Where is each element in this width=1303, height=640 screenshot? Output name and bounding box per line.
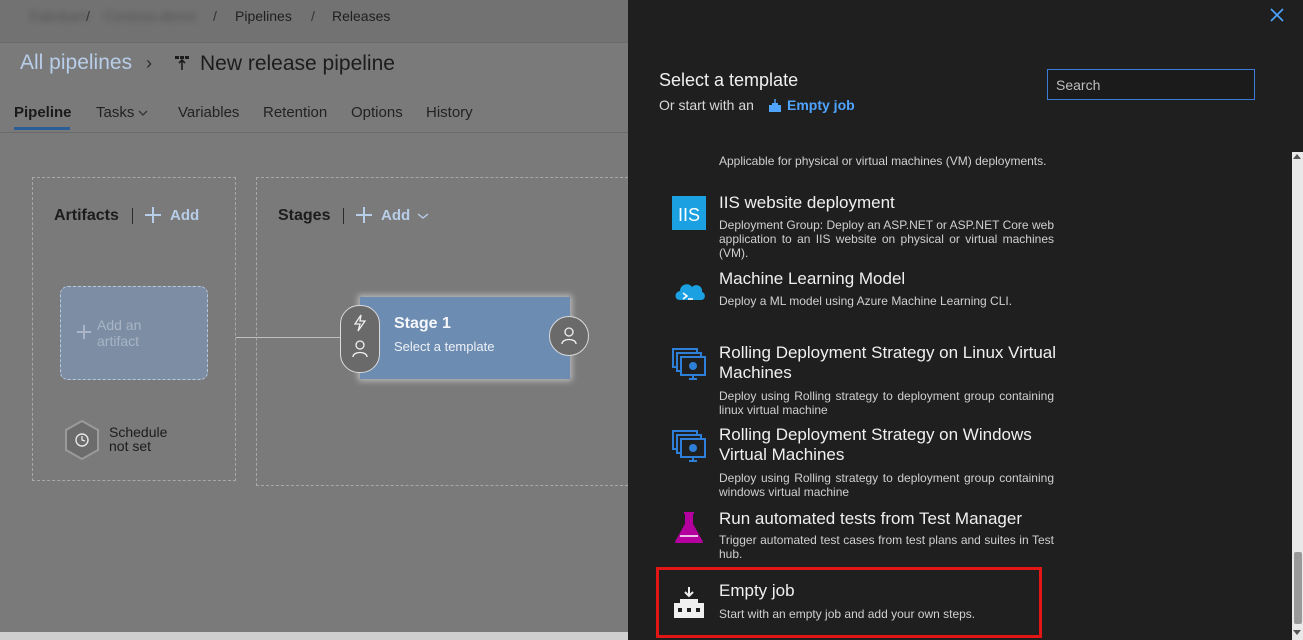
chevron-right-icon: › bbox=[146, 53, 152, 73]
page-title[interactable]: New release pipeline bbox=[200, 52, 395, 76]
iis-icon: IIS bbox=[672, 196, 706, 230]
panel-title: Select a template bbox=[659, 70, 799, 90]
add-artifact-button[interactable]: Add bbox=[170, 207, 199, 224]
template-title: Run automated tests from Test Manager bbox=[719, 509, 1023, 528]
schedule-label[interactable]: Schedule not set bbox=[109, 425, 189, 453]
add-artifact-label: Add an artifact bbox=[97, 317, 142, 349]
template-title: IIS website deployment bbox=[719, 193, 895, 212]
add-icon[interactable] bbox=[145, 207, 161, 223]
horizontal-scrollbar[interactable] bbox=[0, 632, 628, 640]
breadcrumb-separator: / bbox=[86, 8, 90, 24]
breadcrumb-separator: / bbox=[213, 8, 217, 24]
template-description: Deploy using Rolling strategy to deploym… bbox=[719, 389, 1054, 417]
template-search-input[interactable] bbox=[1047, 69, 1255, 100]
stage-card[interactable]: Stage 1 Select a template bbox=[360, 297, 570, 379]
template-title: Machine Learning Model bbox=[719, 269, 906, 288]
template-description: Applicable for physical or virtual machi… bbox=[719, 154, 1047, 168]
template-title: Rolling Deployment Strategy on Windows V… bbox=[719, 425, 1032, 464]
pipeline-editor-overlay: Fabrikam / Contoso-demo / Pipelines / Re… bbox=[0, 0, 628, 640]
tab-retention[interactable]: Retention bbox=[263, 104, 327, 121]
svg-text:IIS: IIS bbox=[678, 205, 700, 225]
person-icon bbox=[352, 340, 368, 358]
chevron-down-icon[interactable] bbox=[138, 109, 148, 117]
empty-job-icon[interactable] bbox=[768, 99, 782, 113]
close-icon[interactable] bbox=[1268, 6, 1286, 24]
post-deployment-approvals[interactable] bbox=[549, 316, 589, 356]
pipeline-tabs: Pipeline Tasks Variables Retention Optio… bbox=[0, 100, 628, 133]
template-title: Rolling Deployment Strategy on Linux Vir… bbox=[719, 343, 1057, 382]
release-pipeline-icon bbox=[175, 56, 189, 70]
breadcrumb-releases[interactable]: Releases bbox=[332, 8, 390, 24]
active-tab-indicator bbox=[14, 127, 70, 130]
tab-options[interactable]: Options bbox=[351, 104, 403, 121]
divider bbox=[132, 208, 133, 224]
panel-subtitle: Or start with an bbox=[659, 97, 754, 113]
scroll-down-icon[interactable] bbox=[1293, 630, 1301, 635]
lightning-icon bbox=[353, 314, 367, 332]
breadcrumb-pipelines[interactable]: Pipelines bbox=[235, 8, 292, 24]
template-description: Deploy a ML model using Azure Machine Le… bbox=[719, 294, 1013, 308]
tab-pipeline[interactable]: Pipeline bbox=[14, 104, 72, 121]
template-description: Deployment Group: Deploy an ASP.NET or A… bbox=[719, 218, 1054, 260]
stage-name[interactable]: Stage 1 bbox=[394, 315, 451, 333]
all-pipelines-link[interactable]: All pipelines bbox=[20, 51, 132, 75]
chevron-down-icon[interactable] bbox=[417, 212, 429, 220]
plus-icon bbox=[77, 325, 91, 339]
person-icon bbox=[561, 327, 577, 345]
breadcrumb-project[interactable]: Contoso-demo bbox=[104, 8, 196, 24]
add-artifact-card[interactable]: Add an artifact bbox=[60, 286, 208, 380]
tab-variables[interactable]: Variables bbox=[178, 104, 239, 121]
template-list: Applicable for physical or virtual machi… bbox=[628, 140, 1288, 640]
scroll-up-icon[interactable] bbox=[1293, 154, 1301, 159]
tab-history[interactable]: History bbox=[426, 104, 473, 121]
divider bbox=[343, 208, 344, 224]
breadcrumb-org[interactable]: Fabrikam bbox=[30, 8, 88, 24]
vm-stack-icon bbox=[672, 430, 706, 462]
template-panel: Select a template Or start with an Empty… bbox=[628, 0, 1303, 640]
cloud-icon bbox=[675, 284, 705, 300]
add-icon[interactable] bbox=[356, 207, 372, 223]
empty-job-link[interactable]: Empty job bbox=[787, 97, 855, 113]
breadcrumb: Fabrikam / Contoso-demo / Pipelines / Re… bbox=[0, 0, 628, 43]
stage-template-link[interactable]: Select a template bbox=[394, 339, 494, 354]
template-description: Deploy using Rolling strategy to deploym… bbox=[719, 471, 1054, 499]
template-description: Trigger automated test cases from test p… bbox=[719, 533, 1054, 561]
stages-title: Stages bbox=[278, 207, 331, 224]
pipeline-canvas: Artifacts Add Add an artifact Schedule n… bbox=[0, 133, 628, 640]
empty-job-highlight bbox=[656, 567, 1042, 638]
breadcrumb-separator: / bbox=[311, 8, 315, 24]
tab-tasks[interactable]: Tasks bbox=[96, 104, 134, 121]
pre-deployment-conditions[interactable] bbox=[340, 305, 380, 373]
add-stage-button[interactable]: Add bbox=[381, 207, 410, 224]
flask-icon bbox=[675, 512, 703, 543]
vm-stack-icon bbox=[672, 348, 706, 380]
artifacts-title: Artifacts bbox=[54, 207, 119, 224]
scrollbar-thumb[interactable] bbox=[1294, 552, 1302, 624]
schedule-icon[interactable] bbox=[64, 420, 100, 460]
page-header: All pipelines › New release pipeline bbox=[0, 48, 628, 82]
